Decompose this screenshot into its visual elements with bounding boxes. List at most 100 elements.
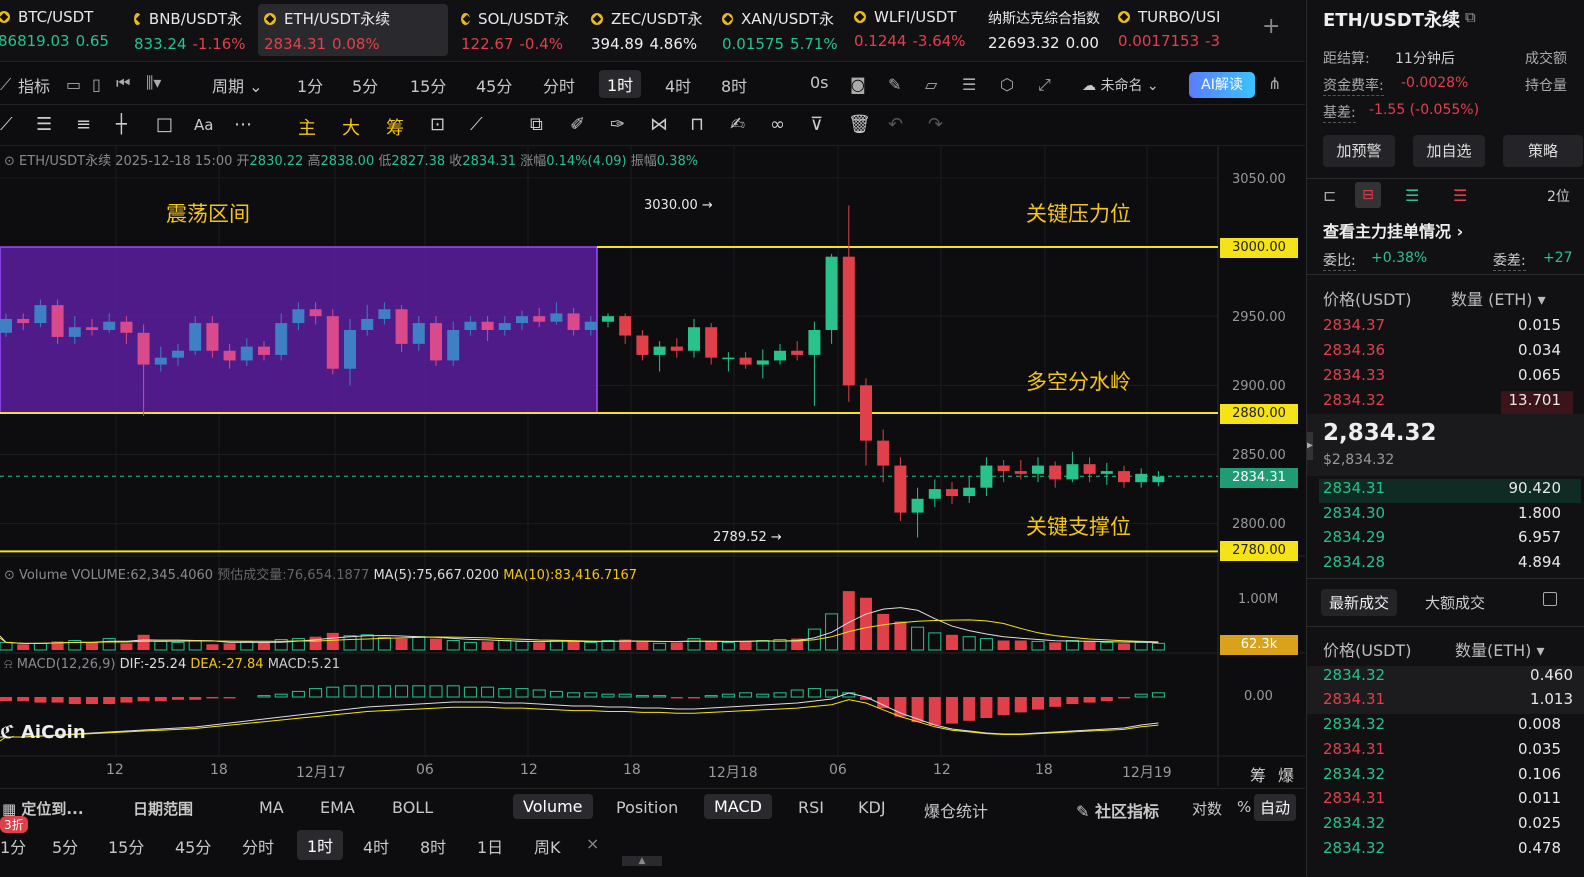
- big-trades-tab[interactable]: 大额成交: [1425, 592, 1485, 613]
- layout-name-dropdown[interactable]: ☁ 未命名 ⌄: [1082, 75, 1159, 95]
- ask-row[interactable]: 2834.33 0.065: [1323, 366, 1573, 390]
- add-watchlist-button[interactable]: 加自选: [1413, 135, 1485, 167]
- indicator-boll[interactable]: BOLL: [392, 798, 433, 817]
- pencil-icon[interactable]: ✎: [888, 75, 901, 94]
- auto-scale-toggle[interactable]: 自动: [1254, 794, 1297, 821]
- text-tool-icon[interactable]: Aa: [194, 116, 213, 134]
- ask-row[interactable]: 2834.32 13.701: [1323, 391, 1573, 415]
- auto-draw-icon[interactable]: ⊡: [430, 114, 445, 135]
- period-dropdown[interactable]: 周期 ⌄: [212, 73, 263, 97]
- interval-5m[interactable]: 5分: [352, 73, 378, 97]
- interval-45m[interactable]: 45分: [476, 73, 512, 97]
- template-icon[interactable]: ▭: [66, 75, 81, 94]
- main-force-button[interactable]: 主: [298, 114, 316, 140]
- bottom-interval-timeline[interactable]: 分时: [242, 834, 274, 858]
- interval-15m[interactable]: 15分: [410, 73, 446, 97]
- main-orders-link[interactable]: 查看主力挂单情况 ›: [1323, 218, 1463, 242]
- ticker-tab[interactable]: BTC/USDT 86819.03 0.65: [0, 4, 120, 56]
- fullscreen-icon[interactable]: ⤢: [1038, 75, 1051, 95]
- indicator-macd[interactable]: MACD: [704, 794, 772, 819]
- collapse-icon[interactable]: ⊙: [4, 568, 15, 583]
- horizontal-lines-icon[interactable]: ≡: [76, 114, 91, 135]
- gear-icon[interactable]: ⬡: [1000, 75, 1014, 94]
- redo-icon[interactable]: ↷: [928, 114, 943, 135]
- bottom-interval-1d[interactable]: 1日: [477, 834, 503, 858]
- trendline-icon[interactable]: ⟋: [0, 114, 13, 135]
- ticker-tab[interactable]: WLFI/USDT 0.1244 -3.64%: [848, 4, 974, 56]
- ruler-icon[interactable]: ✐: [570, 114, 585, 135]
- interval-4h[interactable]: 4时: [665, 73, 691, 97]
- indicator-position[interactable]: Position: [616, 798, 678, 817]
- bottom-interval-week[interactable]: 周K: [534, 834, 561, 858]
- cross-line-icon[interactable]: ┼: [116, 114, 127, 135]
- settings-list-icon[interactable]: ☰: [962, 75, 976, 94]
- indicator-liq-stats[interactable]: 爆仓统计: [924, 798, 988, 822]
- comment-icon[interactable]: ▱: [925, 75, 937, 94]
- ticker-tab[interactable]: BNB/USDT永 833.24 -1.16%: [128, 4, 248, 56]
- camera-icon[interactable]: ◙: [850, 75, 866, 94]
- indicator-rsi[interactable]: RSI: [798, 798, 824, 817]
- undo-icon[interactable]: ↶: [888, 114, 903, 135]
- bid-row[interactable]: 2834.28 4.894: [1323, 553, 1573, 577]
- bell-icon[interactable]: ⍾: [4, 657, 13, 672]
- depth-precision[interactable]: 2位: [1547, 186, 1570, 206]
- bottom-interval-1h[interactable]: 1时: [297, 830, 344, 860]
- price-chart[interactable]: [0, 146, 1305, 786]
- log-scale-toggle[interactable]: 对数: [1192, 798, 1222, 819]
- magnet-icon[interactable]: ⋈: [650, 114, 668, 135]
- trash-icon[interactable]: 🗑: [848, 114, 871, 135]
- trades-qty-header[interactable]: 数量(ETH) ▾: [1455, 637, 1545, 661]
- bid-row[interactable]: 2834.31 90.420: [1319, 479, 1581, 503]
- indicator-ema[interactable]: EMA: [320, 798, 355, 817]
- bottom-interval-1m[interactable]: 1分: [0, 834, 26, 858]
- ask-row[interactable]: 2834.36 0.034: [1323, 341, 1573, 365]
- bottom-interval-8h[interactable]: 8时: [420, 834, 446, 858]
- indicator-kdj[interactable]: KDJ: [858, 798, 886, 817]
- share-icon[interactable]: ⋔: [1268, 74, 1281, 93]
- layout-icon[interactable]: ▯: [92, 75, 101, 94]
- link-icon[interactable]: ∞: [770, 114, 785, 135]
- bid-row[interactable]: 2834.30 1.800: [1323, 504, 1573, 528]
- ticker-tab-active[interactable]: ETH/USDT永续 2834.31 0.08%: [258, 4, 448, 56]
- orderbook-asks-icon[interactable]: ☰: [1453, 186, 1467, 205]
- candle-type-icon[interactable]: ⫼▾: [146, 73, 161, 93]
- interval-8h[interactable]: 8时: [721, 73, 747, 97]
- orderbook-qty-header[interactable]: 数量 (ETH) ▾: [1451, 286, 1546, 310]
- ticker-tab[interactable]: ZEC/USDT永 394.89 4.86%: [585, 4, 710, 56]
- ask-row[interactable]: 2834.37 0.015: [1323, 316, 1573, 340]
- percent-scale-toggle[interactable]: %: [1237, 798, 1251, 816]
- orderbook-bids-icon[interactable]: ☰: [1405, 186, 1419, 205]
- collapse-handle-icon[interactable]: ▲: [622, 856, 662, 866]
- measure-icon[interactable]: ⟋: [470, 114, 483, 135]
- eraser-icon[interactable]: ✑: [610, 114, 625, 135]
- indicator-ma[interactable]: MA: [259, 798, 284, 817]
- filter-checkbox[interactable]: [1543, 592, 1557, 606]
- chips-toggle[interactable]: 筹: [1250, 762, 1266, 786]
- more-tools-icon[interactable]: ⋯: [234, 114, 252, 135]
- orderbook-both-icon[interactable]: ⊏: [1323, 186, 1336, 205]
- orderbook-split-icon[interactable]: ⊟: [1355, 182, 1381, 208]
- parallel-lines-icon[interactable]: ☰: [36, 114, 52, 135]
- bottom-interval-45m[interactable]: 45分: [175, 834, 211, 858]
- date-range-dropdown[interactable]: 日期范围: [133, 798, 193, 819]
- latest-trades-tab[interactable]: 最新成交: [1321, 589, 1398, 616]
- ai-interpret-button[interactable]: AI解读: [1189, 72, 1255, 98]
- replay-icon[interactable]: ⏮: [116, 73, 130, 93]
- bottom-interval-15m[interactable]: 15分: [108, 834, 144, 858]
- ticker-tab[interactable]: SOL/USDT永 122.67 -0.4%: [455, 4, 575, 56]
- bottom-interval-5m[interactable]: 5分: [52, 834, 78, 858]
- interval-1h[interactable]: 1时: [599, 70, 642, 98]
- add-tab-icon[interactable]: +: [1262, 14, 1280, 39]
- ticker-tab[interactable]: 纳斯达克综合指数 22693.32 0.00: [982, 4, 1104, 56]
- community-indicators-button[interactable]: ✎ 社区指标: [1076, 798, 1159, 822]
- bottom-interval-4h[interactable]: 4时: [363, 834, 389, 858]
- bid-row[interactable]: 2834.29 6.957: [1323, 528, 1573, 552]
- close-icon[interactable]: ×: [586, 834, 599, 853]
- filter-icon[interactable]: ⊽: [810, 114, 823, 135]
- lock-icon[interactable]: ⊓: [690, 114, 704, 135]
- expand-panel-icon[interactable]: ▶: [1307, 432, 1313, 460]
- chips-button[interactable]: 筹: [386, 114, 404, 140]
- strategy-button[interactable]: 策略: [1503, 135, 1583, 167]
- liquidation-toggle[interactable]: 爆: [1278, 762, 1294, 786]
- rectangle-icon[interactable]: □: [156, 114, 173, 135]
